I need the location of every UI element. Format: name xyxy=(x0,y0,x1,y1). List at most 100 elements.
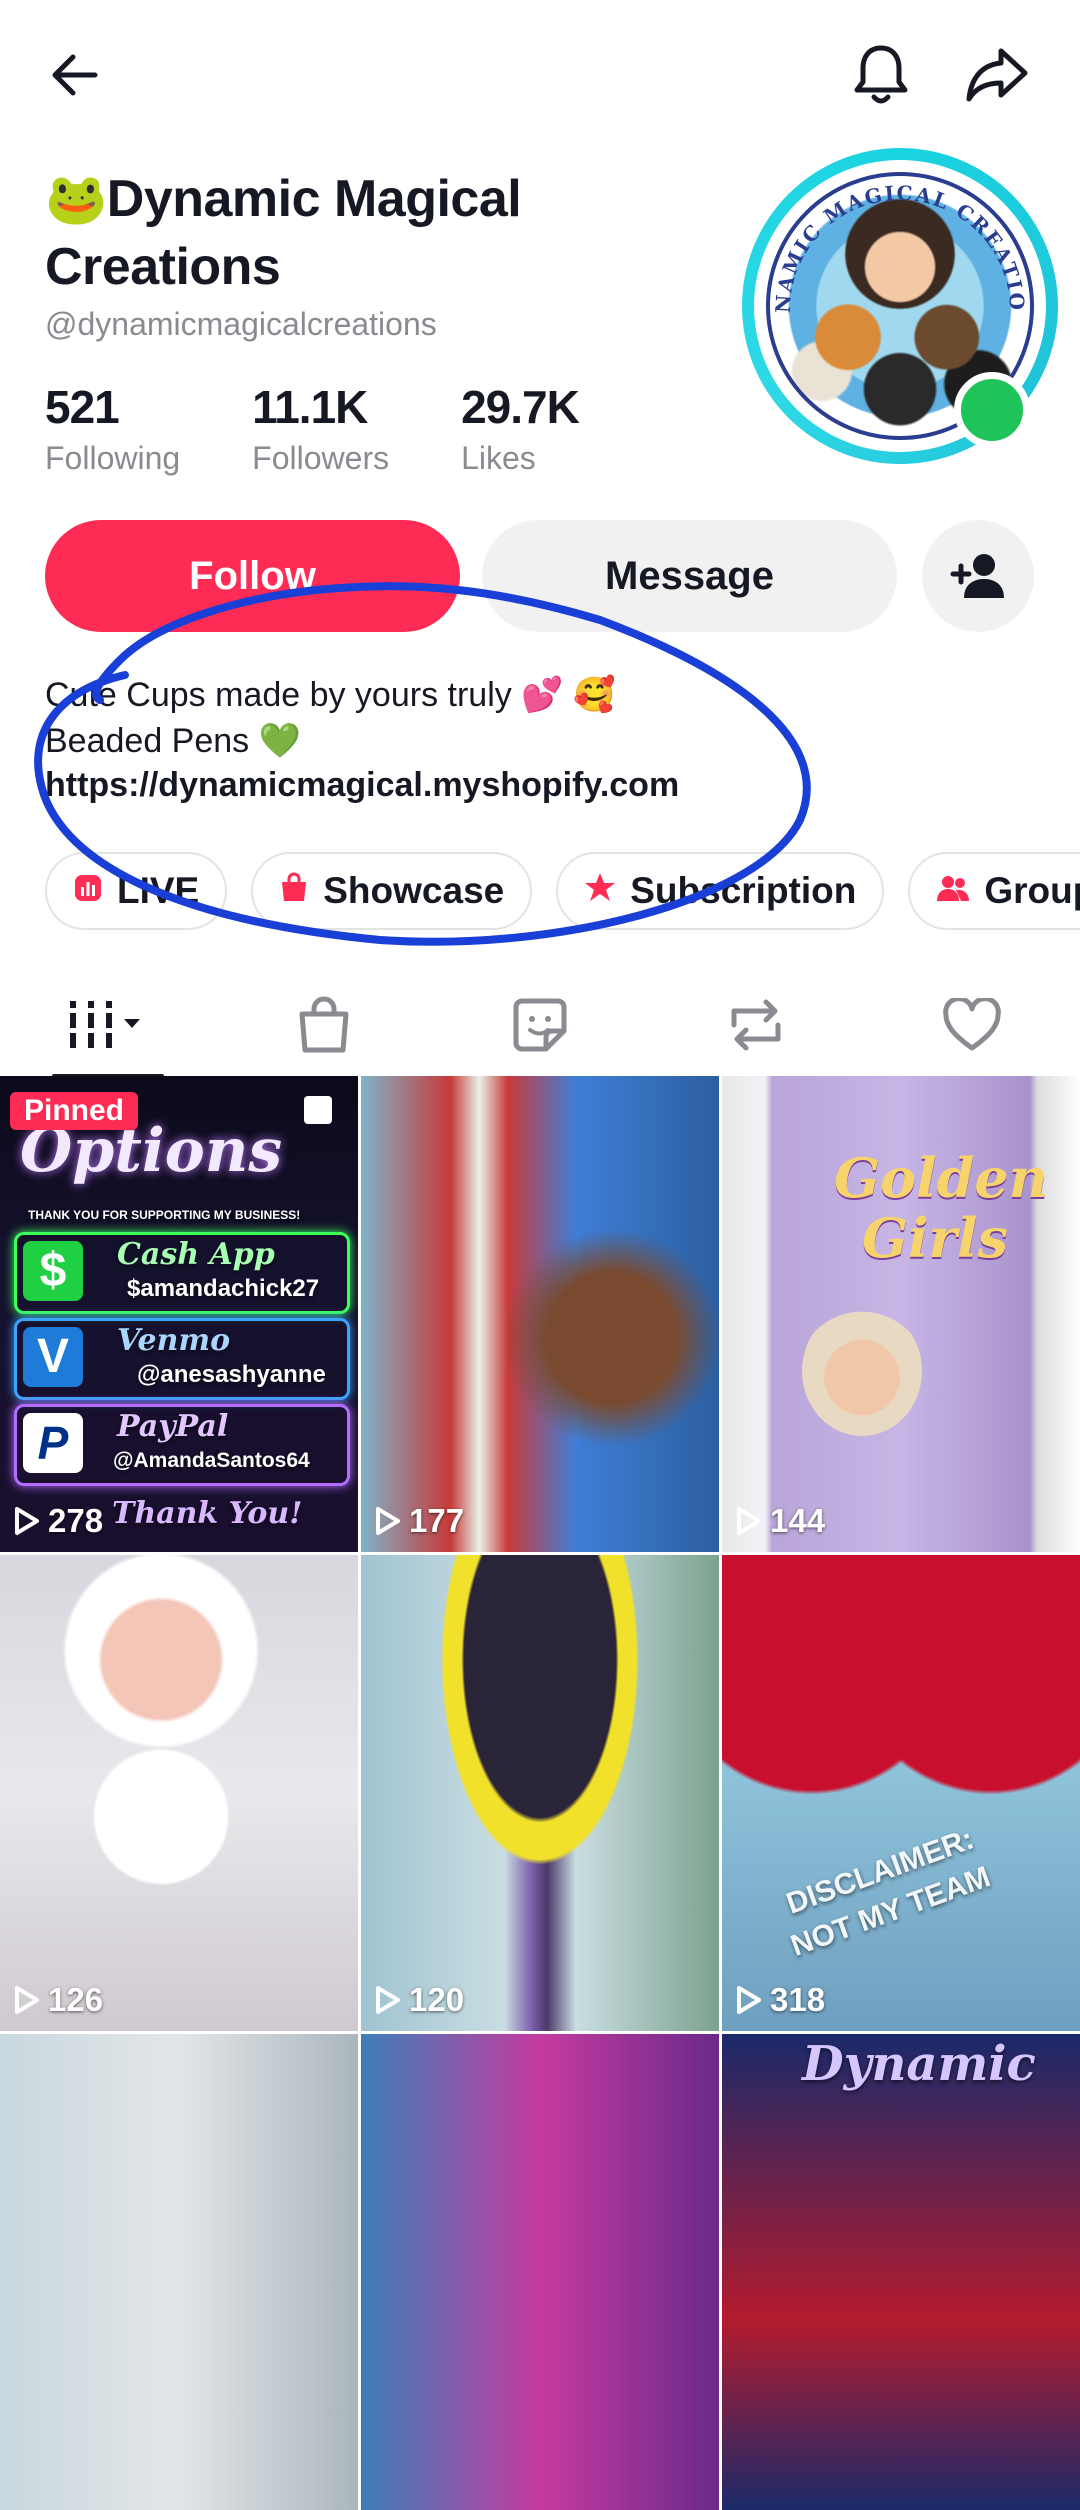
chip-group-label: Group xyxy=(984,870,1080,911)
profile-chips: LIVE Showcase Subscription Group xyxy=(45,852,1080,930)
video-tile[interactable]: 126 xyxy=(0,1555,358,2031)
back-arrow-icon[interactable] xyxy=(40,40,110,110)
videos-grid-icon xyxy=(70,1001,140,1048)
chip-subscription-label: Subscription xyxy=(630,870,857,911)
view-count-value: 120 xyxy=(409,1981,465,2018)
view-count: 318 xyxy=(736,1981,825,2019)
tile-1-cashapp-label: Cash App xyxy=(117,1237,275,1272)
view-count: 120 xyxy=(375,1981,464,2019)
view-count-value: 177 xyxy=(409,1502,465,1539)
video-tile[interactable]: Dynamic xyxy=(722,2034,1080,2510)
play-icon xyxy=(15,1986,39,2014)
tile-3-title-1: Golden xyxy=(834,1146,1049,1210)
paypal-icon: P xyxy=(23,1413,83,1473)
star-icon xyxy=(584,870,616,912)
shopping-bag-icon xyxy=(299,996,349,1053)
profile-name: 🐸Dynamic Magical Creations xyxy=(45,165,725,301)
video-tile[interactable]: Options THANK YOU FOR SUPPORTING MY BUSI… xyxy=(0,1076,358,1552)
profile-stats: 521 Following 11.1K Followers 29.7K Like… xyxy=(45,380,580,477)
stat-likes-count: 29.7K xyxy=(461,381,580,433)
chip-subscription[interactable]: Subscription xyxy=(556,852,885,930)
chip-showcase-label: Showcase xyxy=(323,870,505,911)
bio: Cute Cups made by yours truly 💕 🥰 Beaded… xyxy=(45,672,615,764)
group-icon xyxy=(936,870,970,912)
profile-name-line2: Creations xyxy=(45,238,281,296)
tab-liked[interactable] xyxy=(864,975,1080,1075)
content-tabs xyxy=(0,975,1080,1075)
view-count: 177 xyxy=(375,1502,464,1540)
play-icon xyxy=(15,1507,39,1535)
cashapp-icon: $ xyxy=(23,1241,83,1301)
chip-live[interactable]: LIVE xyxy=(45,852,228,930)
video-tile[interactable] xyxy=(361,2034,719,2510)
heart-icon xyxy=(943,998,1001,1051)
video-tile[interactable]: 177 xyxy=(361,1076,719,1552)
view-count-value: 126 xyxy=(48,1981,104,2018)
venmo-icon: V xyxy=(23,1327,83,1387)
tile-1-paypal-handle: @AmandaSantos64 xyxy=(113,1449,310,1472)
notification-bell-icon[interactable] xyxy=(846,40,916,110)
tab-favorites[interactable] xyxy=(432,975,648,1075)
tile-1-cashapp-box: $ Cash App $amandachick27 xyxy=(14,1232,350,1314)
tab-shop[interactable] xyxy=(216,975,432,1075)
stat-followers[interactable]: 11.1K Followers xyxy=(252,380,389,477)
shopping-bag-icon xyxy=(279,870,309,912)
tile-1-venmo-label: Venmo xyxy=(117,1323,231,1358)
frog-emoji: 🐸 xyxy=(45,171,107,227)
video-tile[interactable]: DISCLAIMER: NOT MY TEAM 318 xyxy=(722,1555,1080,2031)
profile-handle: @dynamicmagicalcreations xyxy=(45,306,437,342)
view-count-value: 144 xyxy=(770,1502,826,1539)
view-count: 144 xyxy=(736,1502,825,1540)
tile-1-cashapp-handle: $amandachick27 xyxy=(127,1275,320,1302)
tile-9-title: Dynamic xyxy=(802,2036,1036,2092)
chip-showcase[interactable]: Showcase xyxy=(251,852,533,930)
stat-following-count: 521 xyxy=(45,381,120,433)
view-count: 278 xyxy=(14,1502,103,1540)
video-tile[interactable]: 120 xyxy=(361,1555,719,2031)
message-button[interactable]: Message xyxy=(482,520,897,632)
share-icon[interactable] xyxy=(962,40,1032,110)
stat-likes[interactable]: 29.7K Likes xyxy=(461,380,580,477)
play-icon xyxy=(737,1507,761,1535)
bio-line-1: Cute Cups made by yours truly 💕 🥰 xyxy=(45,676,616,714)
stat-likes-label: Likes xyxy=(461,440,536,476)
tab-reposts[interactable] xyxy=(648,975,864,1075)
view-count-value: 318 xyxy=(770,1981,826,2018)
stat-following[interactable]: 521 Following xyxy=(45,380,180,477)
video-grid: Options THANK YOU FOR SUPPORTING MY BUSI… xyxy=(0,1076,1080,2510)
repost-icon xyxy=(731,999,781,1051)
live-icon xyxy=(73,870,103,912)
chip-group[interactable]: Group xyxy=(908,852,1080,930)
bio-link[interactable]: https://dynamicmagical.myshopify.com xyxy=(45,766,679,805)
video-tile[interactable] xyxy=(0,2034,358,2510)
sticker-icon xyxy=(513,998,567,1052)
online-status-indicator xyxy=(954,372,1030,448)
stat-following-label: Following xyxy=(45,440,181,476)
tile-1-thanks: Thank You! xyxy=(112,1496,303,1531)
profile-name-line1: Dynamic Magical xyxy=(106,170,522,228)
tile-3-portrait xyxy=(802,1306,922,1436)
tile-1-venmo-box: V Venmo @anesashyanne xyxy=(14,1318,350,1400)
view-count: 126 xyxy=(14,1981,103,2019)
pinned-badge: Pinned xyxy=(10,1092,139,1130)
add-friend-button[interactable] xyxy=(922,520,1034,632)
stat-followers-count: 11.1K xyxy=(252,381,368,433)
tab-videos[interactable] xyxy=(0,975,216,1075)
tile-1-paypal-box: P PayPal @AmandaSantos64 xyxy=(14,1404,350,1486)
stat-followers-label: Followers xyxy=(252,440,390,476)
video-tile[interactable]: Golden Girls 144 xyxy=(722,1076,1080,1552)
play-icon xyxy=(376,1986,400,2014)
svg-text:DYNAMIC MAGICAL CREATIONS: DYNAMIC MAGICAL CREATIONS xyxy=(754,160,1029,314)
play-icon xyxy=(737,1986,761,2014)
tile-1-paypal-label: PayPal xyxy=(117,1409,229,1444)
bio-line-2: Beaded Pens 💚 xyxy=(45,722,301,760)
view-count-value: 278 xyxy=(48,1502,104,1539)
play-icon xyxy=(376,1507,400,1535)
tile-3-title-2: Girls xyxy=(862,1206,1008,1270)
tile-1-venmo-handle: @anesashyanne xyxy=(137,1361,326,1388)
follow-button[interactable]: Follow xyxy=(45,520,460,632)
add-user-icon xyxy=(950,554,1004,598)
select-checkbox[interactable] xyxy=(304,1096,332,1124)
tile-1-subtitle: THANK YOU FOR SUPPORTING MY BUSINESS! xyxy=(28,1208,301,1222)
chip-live-label: LIVE xyxy=(117,870,200,911)
